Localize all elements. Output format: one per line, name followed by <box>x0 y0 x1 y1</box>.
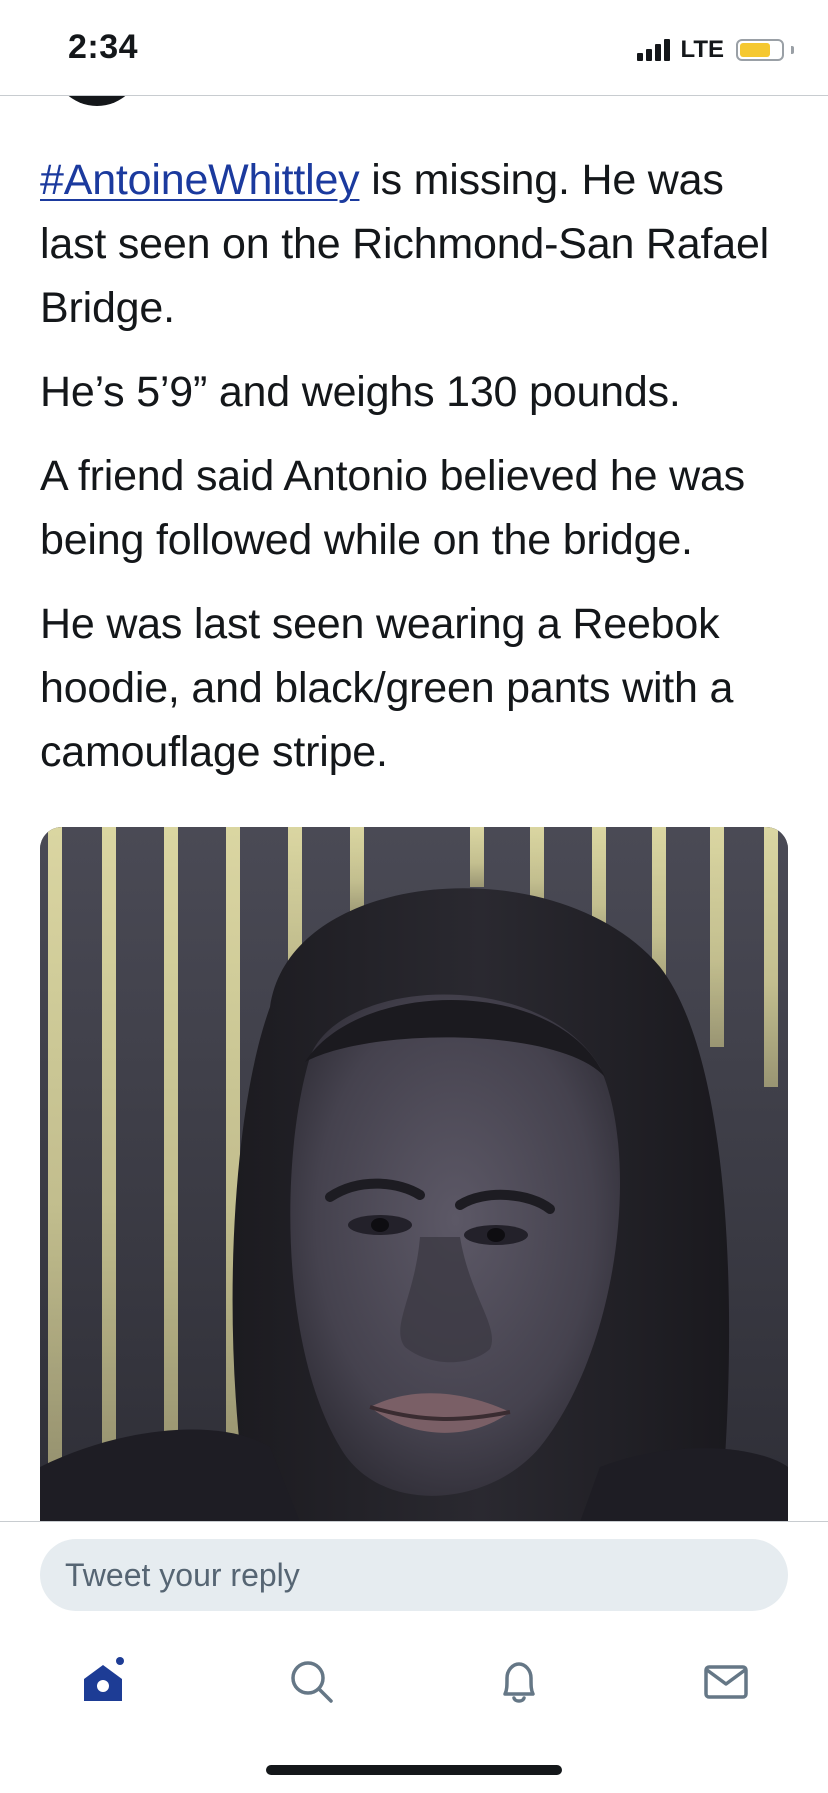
tweet-paragraph-1: #AntoineWhittley is missing. He was last… <box>40 148 800 340</box>
home-icon <box>84 1657 124 1701</box>
tweet-paragraph-2: He’s 5’9” and weighs 130 pounds. <box>40 368 681 416</box>
tweet-photo[interactable] <box>40 827 788 1522</box>
network-type-label: LTE <box>680 36 724 63</box>
tweet-paragraph-3: A friend said Antonio believed he was be… <box>40 452 745 564</box>
search-icon <box>291 1661 333 1703</box>
battery-icon <box>736 39 784 61</box>
hashtag-link[interactable]: #AntoineWhittley <box>40 156 360 204</box>
avatar-circle <box>52 96 142 106</box>
bell-icon <box>503 1662 535 1703</box>
battery-level-fill <box>740 43 770 57</box>
status-time: 2:34 <box>68 28 139 66</box>
status-indicators: LTE <box>637 36 794 64</box>
tab-messages[interactable] <box>676 1632 776 1732</box>
cellular-signal-icon <box>637 39 671 61</box>
mail-icon <box>704 1665 748 1699</box>
reply-input[interactable] <box>40 1539 788 1611</box>
battery-cap <box>791 46 794 54</box>
tab-home[interactable] <box>53 1632 153 1732</box>
home-indicator[interactable] <box>266 1765 562 1775</box>
status-bar: 2:34 LTE <box>0 0 828 96</box>
tab-search[interactable] <box>262 1632 362 1732</box>
author-avatar[interactable] <box>52 96 142 106</box>
reply-and-navigation <box>0 1521 828 1793</box>
tweet-paragraph-4: He was last seen wearing a Reebok hoodie… <box>40 600 734 776</box>
bottom-tab-bar <box>0 1632 828 1732</box>
tab-notifications[interactable] <box>469 1632 569 1732</box>
photo-illustration <box>40 827 788 1522</box>
tweet-text: #AntoineWhittley is missing. He was last… <box>40 148 800 804</box>
